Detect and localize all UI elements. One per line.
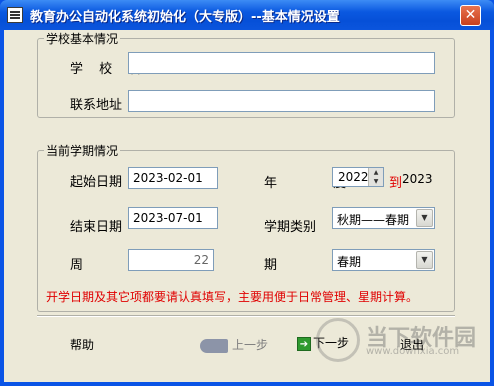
- end-date-input[interactable]: [128, 207, 218, 229]
- green-arrow-icon: ➔: [297, 336, 311, 351]
- close-button[interactable]: ✕: [460, 5, 481, 26]
- year-end-value: 2023: [402, 172, 433, 186]
- prev-button[interactable]: 上一步: [200, 336, 268, 353]
- notice-text: 开学日期及其它项都要请认真填写，主要用便于日常管理、星期计算。: [46, 290, 419, 304]
- end-date-label: 结束日期: [70, 220, 123, 235]
- chevron-down-icon[interactable]: ▼: [416, 209, 433, 227]
- document-icon: [7, 7, 23, 23]
- year-to-label: 到: [389, 176, 403, 191]
- start-date-label: 起始日期: [70, 175, 123, 190]
- watermark-logo-icon: [316, 318, 360, 362]
- dialog-window: 教育办公自动化系统初始化（大专版）--基本情况设置 ✕ 学校基本情况 学 校 名…: [0, 0, 494, 386]
- term-type-label: 学期类别: [264, 220, 317, 235]
- spinner-arrows[interactable]: ▲ ▼: [368, 168, 383, 186]
- term-info-legend: 当前学期情况: [46, 144, 119, 158]
- school-name-input[interactable]: [128, 52, 435, 74]
- term-kind-value: 春期: [337, 255, 362, 269]
- prev-label: 上一步: [232, 338, 269, 352]
- spin-up-icon[interactable]: ▲: [369, 168, 383, 177]
- dialog-client: 学校基本情况 学 校 名 联系地址 当前学期情况 起始日期 结束日期 周 数 年…: [4, 30, 490, 382]
- chevron-down-icon[interactable]: ▼: [416, 251, 433, 269]
- school-info-legend: 学校基本情况: [46, 32, 119, 46]
- separator-line: [37, 315, 455, 317]
- address-label: 联系地址: [70, 98, 123, 113]
- spin-down-icon[interactable]: ▼: [369, 177, 383, 186]
- help-button[interactable]: 帮助: [70, 336, 94, 353]
- hand-pointer-icon: [200, 338, 228, 353]
- start-date-input[interactable]: [128, 167, 218, 189]
- title-bar[interactable]: 教育办公自动化系统初始化（大专版）--基本情况设置 ✕: [0, 0, 494, 30]
- term-type-value: 秋期——春期: [337, 213, 410, 227]
- weeks-input[interactable]: [128, 249, 214, 271]
- term-kind-select[interactable]: 春期 ▼: [332, 249, 435, 271]
- exit-button[interactable]: 退出: [400, 336, 424, 353]
- window-title: 教育办公自动化系统初始化（大专版）--基本情况设置: [30, 10, 340, 25]
- term-type-select[interactable]: 秋期——春期 ▼: [332, 207, 435, 229]
- year-spinner[interactable]: 2022 ▲ ▼: [332, 167, 384, 187]
- address-input[interactable]: [128, 90, 435, 112]
- year-value: 2022: [338, 170, 369, 184]
